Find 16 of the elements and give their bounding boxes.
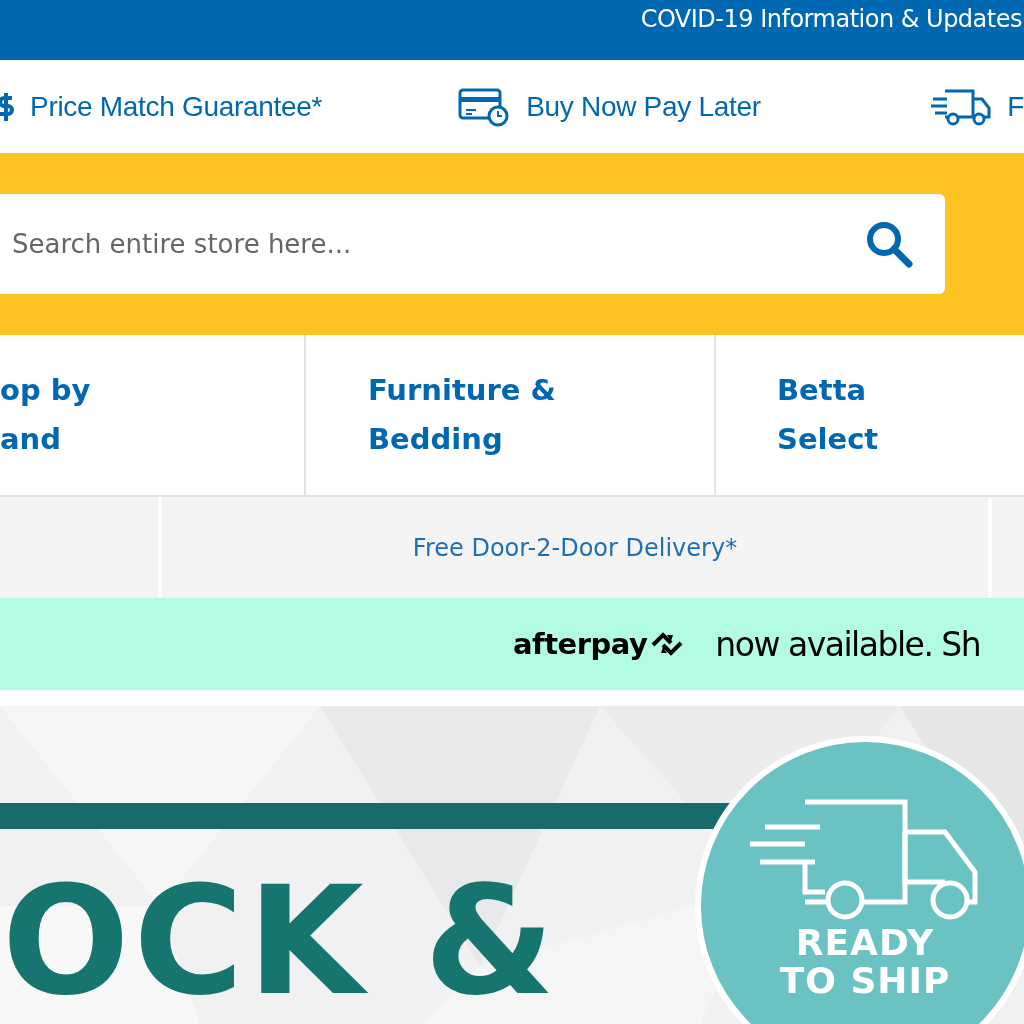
badge-text: TO SHIP xyxy=(779,962,951,1000)
nav-link[interactable]: Furniture & Bedding xyxy=(368,366,556,464)
delivery-link[interactable]: Free Door-2-Door Delivery* xyxy=(412,533,738,562)
badge-text: READY xyxy=(795,924,935,962)
nav-link[interactable]: op by and xyxy=(0,366,91,464)
banner-headline: OCK & xyxy=(2,866,559,1016)
announcement-link[interactable]: COVID-19 Information & Updates xyxy=(640,5,1022,33)
card-clock-icon xyxy=(458,86,511,127)
nav-link[interactable]: Betta Select xyxy=(777,366,879,464)
search-icon[interactable] xyxy=(865,220,913,268)
usp-link[interactable]: F xyxy=(1007,90,1024,123)
usp-link[interactable]: Price Match Guarantee* xyxy=(30,90,323,123)
afterpay-message: now available. Sh xyxy=(715,624,981,664)
search-field[interactable]: Search entire store here... xyxy=(0,194,945,294)
usp-link[interactable]: Buy Now Pay Later xyxy=(526,90,761,123)
afterpay-logo: afterpay xyxy=(513,627,648,661)
